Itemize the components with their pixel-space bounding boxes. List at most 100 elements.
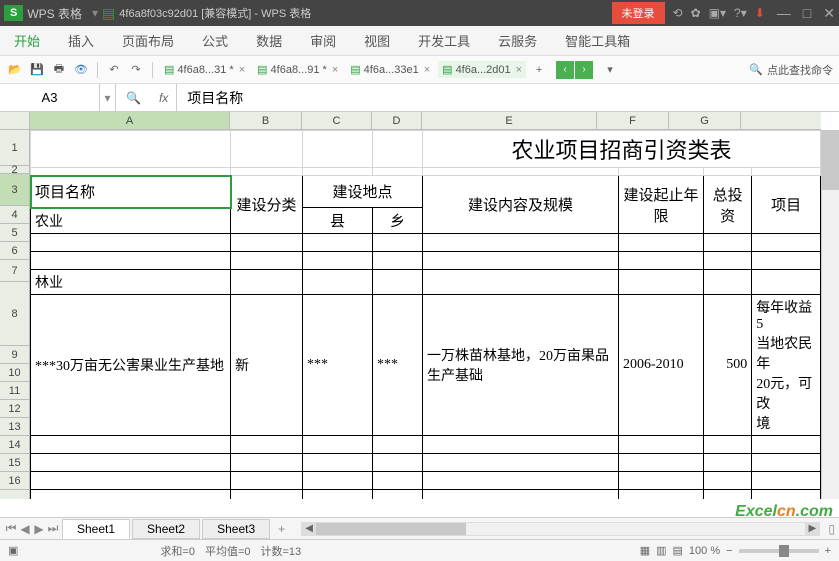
document-icon: ▤: [102, 5, 115, 22]
row-header-6[interactable]: 6: [0, 242, 29, 260]
title-cell[interactable]: 农业项目招商引资类表: [423, 131, 821, 168]
col-header-D[interactable]: D: [372, 112, 422, 129]
file-tab-2[interactable]: ▤4f6a8...91 *×: [253, 61, 342, 78]
app-name: WPS 表格: [27, 5, 82, 22]
search-command[interactable]: 🔍 点此查找命令: [749, 62, 833, 78]
row-header-10[interactable]: 10: [0, 364, 29, 382]
caret-down-icon[interactable]: ▾: [92, 6, 98, 20]
save-icon[interactable]: 💾: [28, 61, 46, 79]
col-header-B[interactable]: B: [230, 112, 302, 129]
close-button[interactable]: ✕: [823, 5, 835, 22]
row-header-5[interactable]: 5: [0, 224, 29, 242]
separator: [152, 62, 153, 78]
row-header-1[interactable]: 1: [0, 130, 29, 166]
sheet-tab-bar: ⏮ ◀ ▶ ⏭ Sheet1 Sheet2 Sheet3 + ◀ ▶ ▯: [0, 517, 839, 539]
tab-next-button[interactable]: ›: [575, 61, 593, 79]
ribbon-tab-formula[interactable]: 公式: [202, 31, 228, 50]
scroll-thumb[interactable]: [316, 523, 466, 535]
ribbon-tab-layout[interactable]: 页面布局: [122, 31, 174, 50]
help-icon[interactable]: ?▾: [734, 6, 747, 20]
list-icon[interactable]: ▾: [601, 61, 619, 79]
file-tab-4[interactable]: ▤4f6a...2d01×: [438, 61, 526, 78]
scroll-thumb[interactable]: [822, 130, 839, 190]
row-headers: 12345678910111213141516: [0, 130, 30, 499]
fx-label[interactable]: fx: [151, 84, 177, 111]
window-controls: — □ ✕: [777, 5, 835, 22]
pin-icon[interactable]: ⬇: [755, 6, 765, 20]
ribbon-tab-data[interactable]: 数据: [256, 31, 282, 50]
minimize-button[interactable]: —: [777, 5, 791, 22]
sheet-tab-1[interactable]: Sheet1: [62, 519, 130, 539]
ribbon-tab-start[interactable]: 开始: [14, 31, 40, 50]
redo-icon[interactable]: ↷: [127, 61, 145, 79]
last-sheet-button[interactable]: ⏭: [46, 521, 60, 536]
row-header-13[interactable]: 13: [0, 418, 29, 436]
ribbon: 开始 插入 页面布局 公式 数据 审阅 视图 开发工具 云服务 智能工具箱: [0, 26, 839, 56]
share-icon[interactable]: ▣▾: [709, 6, 726, 20]
namebox-dropdown-icon[interactable]: ▾: [100, 84, 116, 111]
scroll-left-button[interactable]: ◀: [302, 523, 316, 535]
spreadsheet-grid: ABCDEFG 12345678910111213141516 农业项目招商引资…: [0, 112, 839, 517]
ribbon-tab-insert[interactable]: 插入: [68, 31, 94, 50]
search-icon: 🔍: [749, 63, 763, 76]
col-header-A[interactable]: A: [30, 112, 230, 129]
login-button[interactable]: 未登录: [612, 2, 665, 24]
select-all-corner[interactable]: [0, 112, 30, 130]
next-sheet-button[interactable]: ▶: [32, 522, 46, 536]
row-header-4[interactable]: 4: [0, 206, 29, 224]
close-tab-icon[interactable]: ×: [332, 64, 338, 76]
open-icon[interactable]: 📂: [6, 61, 24, 79]
close-tab-icon[interactable]: ×: [424, 64, 430, 76]
cloud-icon[interactable]: ✿: [691, 6, 701, 20]
preview-icon[interactable]: 👁: [72, 61, 90, 79]
row-header-15[interactable]: 15: [0, 454, 29, 472]
horizontal-scrollbar[interactable]: ◀ ▶: [301, 522, 820, 536]
ribbon-tab-review[interactable]: 审阅: [310, 31, 336, 50]
col-header-F[interactable]: F: [597, 112, 669, 129]
search-cell-icon[interactable]: 🔍: [126, 91, 141, 105]
ribbon-tab-smart[interactable]: 智能工具箱: [565, 31, 630, 50]
sync-icon[interactable]: ⟲: [673, 6, 683, 20]
row-header-12[interactable]: 12: [0, 400, 29, 418]
ribbon-tab-cloud[interactable]: 云服务: [498, 31, 537, 50]
prev-sheet-button[interactable]: ◀: [18, 522, 32, 536]
row-header-9[interactable]: 9: [0, 346, 29, 364]
col-header-E[interactable]: E: [422, 112, 597, 129]
vertical-scrollbar[interactable]: [821, 130, 839, 499]
titlebar-icons: ⟲ ✿ ▣▾ ?▾ ⬇: [673, 6, 765, 20]
row-header-11[interactable]: 11: [0, 382, 29, 400]
maximize-button[interactable]: □: [803, 5, 811, 22]
row-header-7[interactable]: 7: [0, 260, 29, 282]
cell-A3[interactable]: 项目名称: [31, 176, 231, 208]
col-header-C[interactable]: C: [302, 112, 372, 129]
column-headers: ABCDEFG: [30, 112, 821, 130]
row-header-14[interactable]: 14: [0, 436, 29, 454]
row-header-2[interactable]: 2: [0, 166, 29, 174]
split-icon[interactable]: ▯: [828, 522, 835, 536]
name-box[interactable]: A3: [0, 84, 100, 111]
print-icon[interactable]: 🖶: [50, 61, 68, 79]
scroll-right-button[interactable]: ▶: [805, 523, 819, 535]
add-sheet-button[interactable]: +: [270, 520, 293, 538]
ribbon-tab-dev[interactable]: 开发工具: [418, 31, 470, 50]
file-tab-1[interactable]: ▤4f6a8...31 *×: [160, 61, 249, 78]
row-header-8[interactable]: 8: [0, 282, 29, 346]
close-tab-icon[interactable]: ×: [516, 64, 522, 76]
sheet-tab-2[interactable]: Sheet2: [132, 519, 200, 539]
file-tab-3[interactable]: ▤4f6a...33e1×: [346, 61, 434, 78]
tab-prev-button[interactable]: ‹: [556, 61, 574, 79]
quick-toolbar: 📂 💾 🖶 👁 ↶ ↷ ▤4f6a8...31 *× ▤4f6a8...91 *…: [0, 56, 839, 84]
row-header-3[interactable]: 3: [0, 174, 29, 206]
add-tab-icon[interactable]: +: [530, 61, 548, 79]
separator: [97, 62, 98, 78]
formula-bar: A3 ▾ 🔍 fx 项目名称: [0, 84, 839, 112]
col-header-G[interactable]: G: [669, 112, 741, 129]
ribbon-tab-view[interactable]: 视图: [364, 31, 390, 50]
cell-area[interactable]: 农业项目招商引资类表项目名称建设分类建设地点建设内容及规模建设起止年限总投资项目…: [30, 130, 821, 499]
sheet-tab-3[interactable]: Sheet3: [202, 519, 270, 539]
undo-icon[interactable]: ↶: [105, 61, 123, 79]
first-sheet-button[interactable]: ⏮: [4, 521, 18, 536]
row-header-16[interactable]: 16: [0, 472, 29, 490]
close-tab-icon[interactable]: ×: [239, 64, 245, 76]
formula-input[interactable]: 项目名称: [177, 88, 839, 108]
